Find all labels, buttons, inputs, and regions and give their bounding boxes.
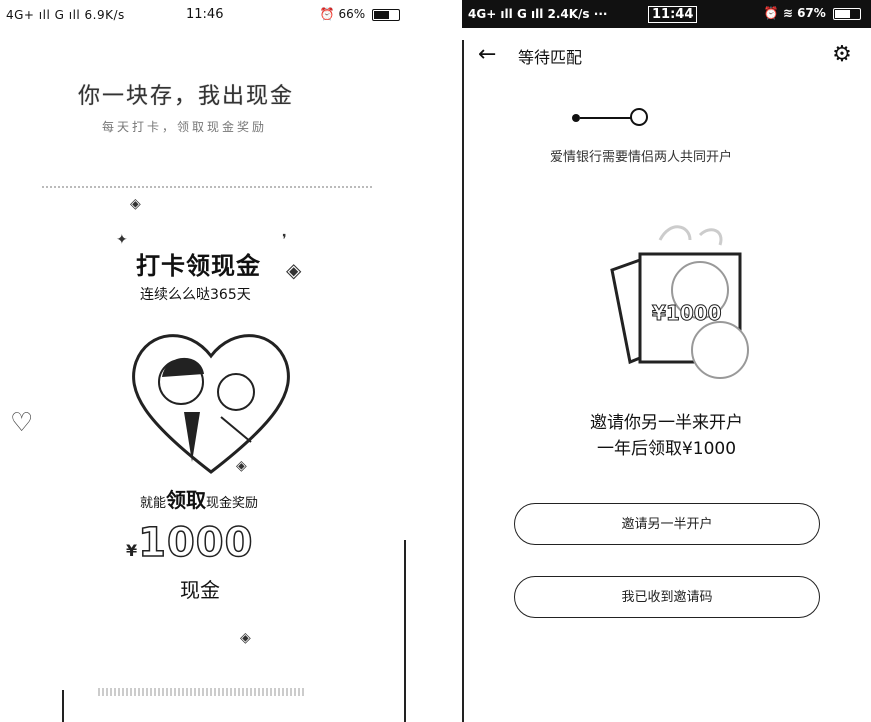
- page-subtitle: 每天打卡，领取现金奖励: [102, 120, 268, 134]
- status-time: 11:46: [186, 7, 224, 22]
- money-illustration: ¥1000: [610, 225, 749, 379]
- alarm-icon: ⏰: [763, 6, 779, 20]
- reward-amount: ¥1000: [126, 519, 254, 567]
- app-header: ← 等待匹配 ⚙: [462, 36, 871, 76]
- sparkle-icon: ✦: [116, 232, 128, 248]
- screen-divider: [462, 40, 464, 722]
- status-time: 11:44: [648, 6, 698, 23]
- page-title: 你一块存，我出现金: [78, 84, 295, 109]
- desc-prefix: 就能: [140, 496, 167, 511]
- sparkle-icon: ❜: [282, 232, 287, 248]
- card-title: 打卡领现金: [136, 252, 261, 280]
- dice-icon: ◈: [240, 630, 251, 646]
- desc-highlight: 领取: [166, 488, 207, 512]
- battery-icon: [372, 8, 400, 21]
- battery-percent: 66%: [338, 7, 366, 21]
- left-screen: 4G+ ıll G ıll 6.9K/s 11:46 ⏰ 66% 你一块存，我出…: [0, 0, 410, 722]
- right-screen: 4G+ ıll G ıll 2.4K/s ··· 11:44 ⏰ ≋ 67% ←…: [462, 0, 871, 722]
- battery-icon: [833, 7, 861, 20]
- step-description: 爱情银行需要情侣两人共同开户: [550, 150, 733, 165]
- dice-icon: ◈: [130, 196, 141, 212]
- have-invite-code-button[interactable]: 我已收到邀请码: [514, 576, 820, 618]
- screen-divider: [62, 690, 64, 722]
- progress-step-current: [630, 108, 648, 126]
- receive-text: 一年后领取¥1000: [596, 439, 737, 459]
- match-progress-indicator: [572, 108, 652, 128]
- desc-suffix: 现金奖励: [206, 496, 259, 511]
- bottom-shadow: [98, 688, 304, 696]
- wifi-icon: ≋: [782, 6, 793, 20]
- gear-icon[interactable]: ⚙: [829, 42, 855, 68]
- back-arrow-icon[interactable]: ←: [478, 42, 504, 68]
- status-bar: 4G+ ıll G ıll 2.4K/s ··· 11:44 ⏰ ≋ 67%: [462, 0, 871, 28]
- money-amount-label: ¥1000: [652, 301, 722, 325]
- reward-description: 就能领取现金奖励: [140, 484, 258, 513]
- battery-percent: 67%: [797, 6, 826, 20]
- screen-divider: [404, 540, 406, 722]
- invite-text: 邀请你另一半来开户: [590, 413, 743, 433]
- page-title: 等待匹配: [518, 48, 583, 67]
- alarm-icon: ⏰: [319, 7, 335, 21]
- status-icons: ⏰ 66%: [320, 7, 400, 21]
- amount-value: 1000: [137, 519, 254, 567]
- progress-line: [580, 117, 632, 119]
- dice-icon: ◈: [286, 258, 302, 282]
- cash-label: 现金: [180, 578, 220, 602]
- invite-partner-button[interactable]: 邀请另一半开户: [514, 503, 820, 545]
- currency-symbol: ¥: [126, 541, 139, 560]
- status-icons: ⏰ ≋ 67%: [764, 6, 861, 20]
- signal-indicator: 4G+ ıll G ıll 6.9K/s: [6, 8, 125, 22]
- signal-indicator: 4G+ ıll G ıll 2.4K/s ···: [468, 7, 608, 21]
- couple-heart-illustration: [132, 334, 290, 474]
- heart-outline-icon: ♡: [10, 408, 34, 438]
- card-subtitle: 连续么么哒365天: [140, 287, 251, 303]
- progress-step-done: [572, 114, 580, 122]
- status-bar: 4G+ ıll G ıll 6.9K/s 11:46 ⏰ 66%: [0, 0, 410, 30]
